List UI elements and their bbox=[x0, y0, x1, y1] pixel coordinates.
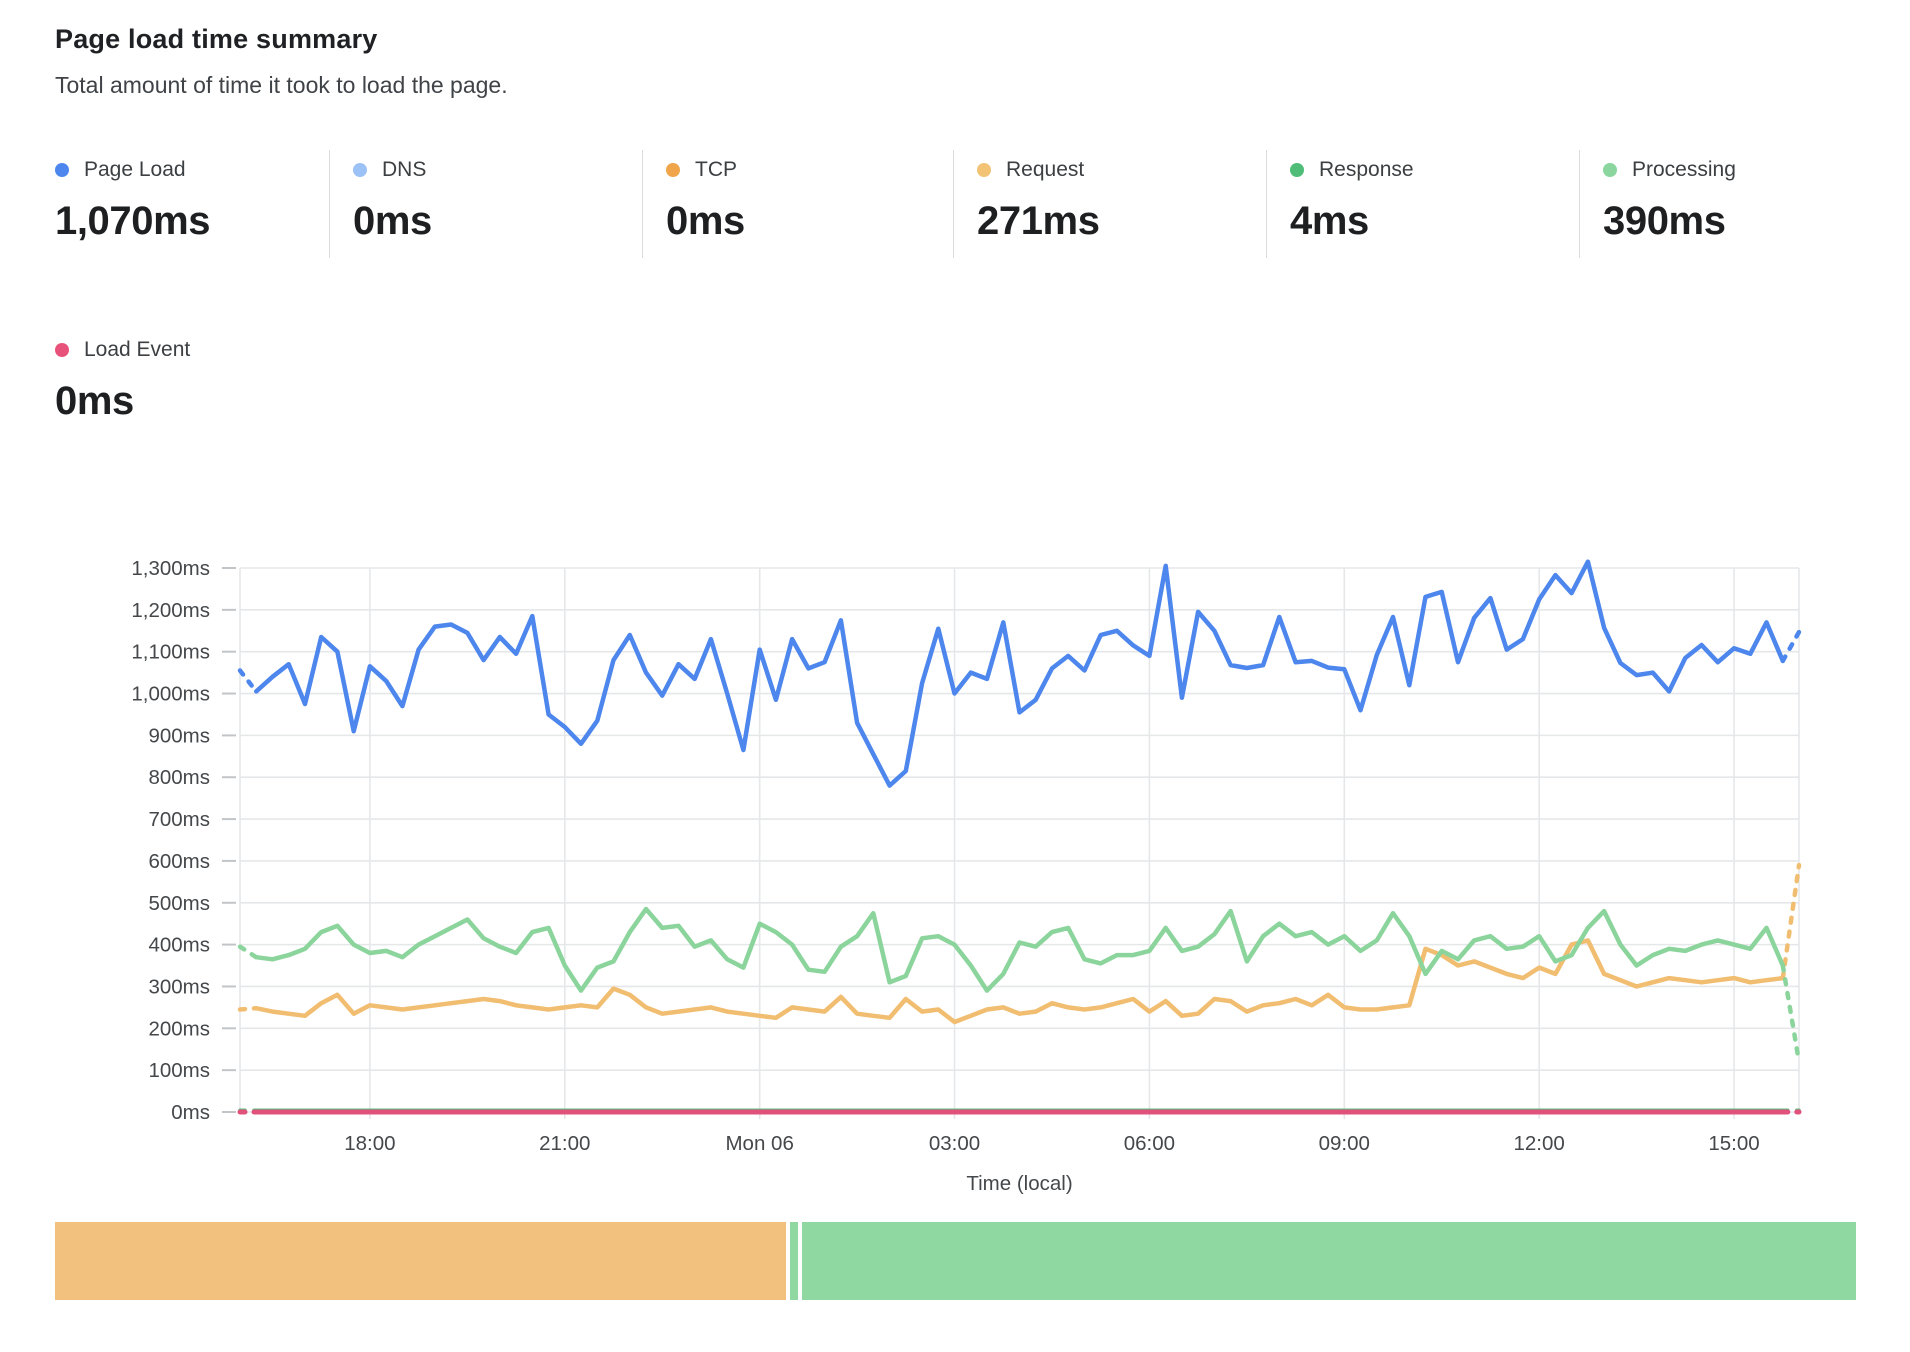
svg-text:400ms: 400ms bbox=[148, 934, 210, 957]
svg-text:0ms: 0ms bbox=[171, 1101, 210, 1124]
bar-segment-request-share[interactable] bbox=[55, 1222, 786, 1300]
svg-text:800ms: 800ms bbox=[148, 766, 210, 789]
svg-text:700ms: 700ms bbox=[148, 808, 210, 831]
svg-text:21:00: 21:00 bbox=[539, 1132, 590, 1155]
svg-text:100ms: 100ms bbox=[148, 1059, 210, 1082]
svg-text:1,300ms: 1,300ms bbox=[131, 557, 210, 580]
load-time-chart[interactable]: 0ms 100ms 200ms 300ms 400ms 500ms 600ms 700ms 80… bbox=[0, 0, 1910, 1210]
svg-text:Mon 06: Mon 06 bbox=[725, 1132, 793, 1155]
svg-text:06:00: 06:00 bbox=[1124, 1132, 1175, 1155]
svg-text:900ms: 900ms bbox=[148, 724, 210, 747]
svg-text:15:00: 15:00 bbox=[1708, 1132, 1759, 1155]
bar-segment-processing-share[interactable] bbox=[802, 1222, 1856, 1300]
svg-text:1,200ms: 1,200ms bbox=[131, 599, 210, 622]
bar-segment-divider-sliver[interactable] bbox=[790, 1222, 798, 1300]
svg-text:09:00: 09:00 bbox=[1319, 1132, 1370, 1155]
svg-text:18:00: 18:00 bbox=[344, 1132, 395, 1155]
load-time-distribution-bar[interactable] bbox=[55, 1222, 1856, 1300]
svg-text:Time (local): Time (local) bbox=[966, 1172, 1072, 1195]
svg-text:1,000ms: 1,000ms bbox=[131, 683, 210, 706]
svg-text:200ms: 200ms bbox=[148, 1017, 210, 1040]
svg-text:12:00: 12:00 bbox=[1514, 1132, 1565, 1155]
svg-text:300ms: 300ms bbox=[148, 975, 210, 998]
svg-text:500ms: 500ms bbox=[148, 892, 210, 915]
svg-text:1,100ms: 1,100ms bbox=[131, 641, 210, 664]
svg-text:03:00: 03:00 bbox=[929, 1132, 980, 1155]
svg-text:600ms: 600ms bbox=[148, 850, 210, 873]
